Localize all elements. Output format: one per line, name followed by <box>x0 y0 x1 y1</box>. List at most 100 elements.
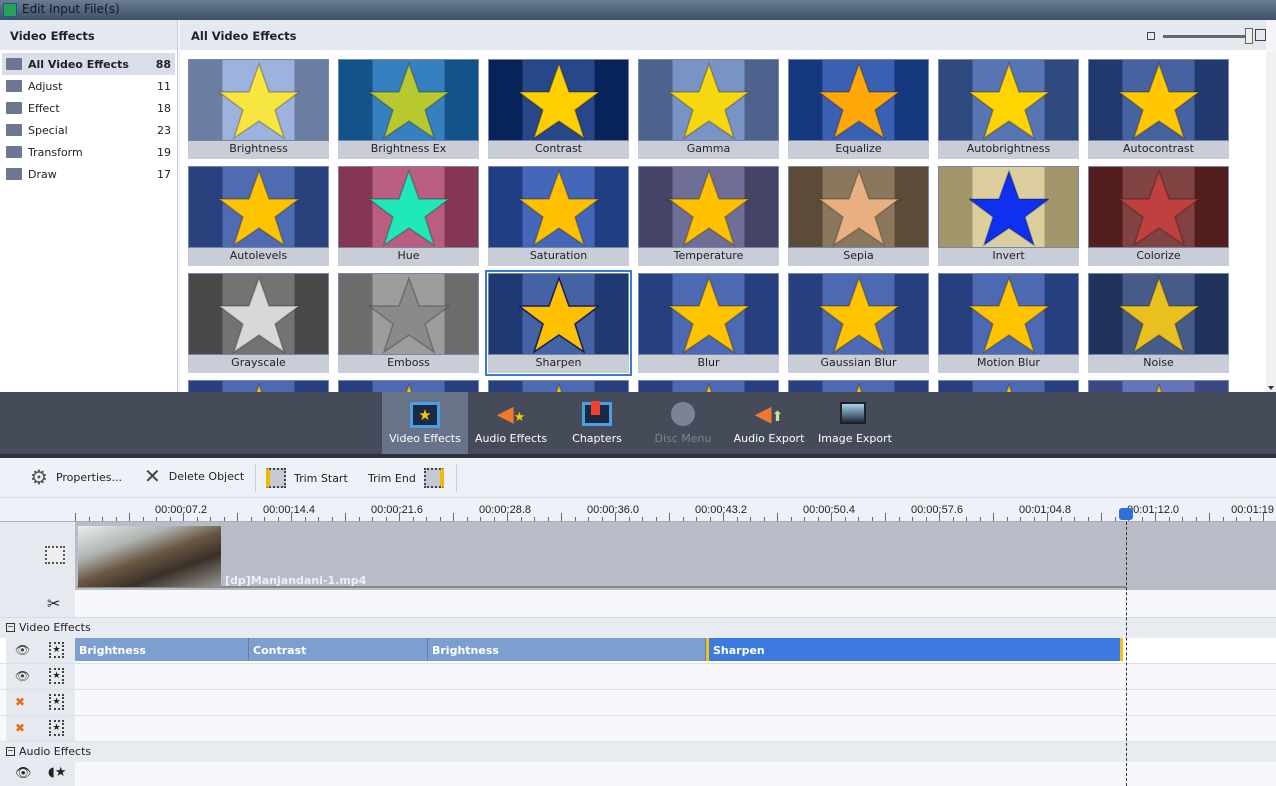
effect-block[interactable]: Sharpen <box>706 638 1123 661</box>
effect-tile[interactable]: Contrast <box>488 59 629 159</box>
ruler-tick <box>156 517 157 521</box>
effect-thumbnail <box>488 380 629 392</box>
ruler-tick <box>574 517 576 521</box>
eye-icon[interactable]: 👁 <box>15 766 32 781</box>
mode-tab-audio-effects[interactable]: ◀★ Audio Effects <box>468 392 554 454</box>
cut-track: ✂ <box>0 590 1276 618</box>
eye-hidden-icon[interactable]: ✖ <box>15 721 25 735</box>
effect-tile[interactable]: Sepia <box>788 166 929 266</box>
ruler-tick <box>898 517 900 521</box>
effect-tile[interactable]: Noise <box>1088 273 1229 373</box>
effect-tile[interactable]: Gaussian Blur <box>788 273 929 373</box>
effect-label: Brightness <box>229 142 288 155</box>
star-icon <box>219 168 299 247</box>
effect-tile[interactable] <box>788 380 929 392</box>
star-icon <box>219 275 299 354</box>
effects-scrollbar[interactable] <box>1266 52 1276 392</box>
mode-tab-image-export[interactable]: Image Export <box>812 392 898 454</box>
folder-icon <box>6 80 22 92</box>
eye-hidden-icon[interactable]: ✖ <box>15 695 25 709</box>
effect-tile[interactable]: Grayscale <box>188 273 329 373</box>
effect-thumbnail <box>638 59 779 141</box>
clip-name: [dp]Manjandani-1.mp4 <box>225 574 367 587</box>
video-clip[interactable]: [dp]Manjandani-1.mp4 <box>77 526 1126 588</box>
ruler-tick <box>750 517 751 521</box>
category-item[interactable]: Effect 18 <box>2 97 175 119</box>
effect-label: Colorize <box>1136 249 1181 262</box>
category-item[interactable]: All Video Effects 88 <box>2 53 175 75</box>
effect-tile[interactable]: Hue <box>338 166 479 266</box>
category-item[interactable]: Transform 19 <box>2 141 175 163</box>
eye-icon[interactable]: 👁 <box>15 669 30 683</box>
ruler-tick <box>466 517 468 521</box>
video-effects-section[interactable]: − Video Effects <box>0 618 1276 638</box>
mode-tab-audio-export[interactable]: ◀⬆ Audio Export <box>726 392 812 454</box>
effect-tile[interactable]: Autocontrast <box>1088 59 1229 159</box>
effect-thumbnail <box>788 59 929 141</box>
collapse-icon[interactable]: − <box>6 747 15 756</box>
effects-panel: All Video Effects Brightness Brightness … <box>180 20 1266 392</box>
video-effect-track: ✖ ★ <box>0 716 1276 742</box>
mode-tab-chapters[interactable]: Chapters <box>554 392 640 454</box>
mode-bar: ★ Video Effects ◀★ Audio Effects Chapters Dis… <box>0 392 1276 458</box>
ruler-tick <box>1141 517 1143 521</box>
window-title: Edit Input File(s) <box>22 2 120 16</box>
timeline-toolbar: ⚙ Properties... ✕ Delete Object Trim Sta… <box>0 458 1276 498</box>
effect-tile[interactable]: Motion Blur <box>938 273 1079 373</box>
ruler-tick <box>736 517 738 521</box>
trim-end-button[interactable]: Trim End <box>368 468 444 488</box>
effect-thumbnail <box>188 380 329 392</box>
trim-start-button[interactable]: Trim Start <box>266 468 348 488</box>
effect-block[interactable]: Contrast <box>249 638 428 661</box>
effect-block[interactable]: Brightness <box>428 638 706 661</box>
effect-thumbnail <box>638 380 779 392</box>
audio-effects-section[interactable]: − Audio Effects <box>0 742 1276 762</box>
effect-tile[interactable] <box>338 380 479 392</box>
ruler-tick <box>1182 517 1183 521</box>
category-item[interactable]: Adjust 11 <box>2 75 175 97</box>
effect-tile[interactable] <box>938 380 1079 392</box>
effect-tile[interactable]: Brightness <box>188 59 329 159</box>
video-effect-track: 👁 ★ <box>0 664 1276 690</box>
effect-thumbnail <box>188 166 329 248</box>
effect-tile[interactable] <box>488 380 629 392</box>
ruler-tick <box>642 517 643 521</box>
mode-tab-video-effects[interactable]: ★ Video Effects <box>382 392 468 454</box>
star-icon <box>1005 382 1013 392</box>
ruler-tick <box>885 513 886 521</box>
ruler-tick <box>264 517 265 521</box>
folder-icon <box>6 58 22 70</box>
category-item[interactable]: Special 23 <box>2 119 175 141</box>
effect-track-icon: ★ <box>49 694 64 710</box>
effect-tile[interactable]: Sharpen <box>485 270 632 376</box>
effect-tile[interactable] <box>188 380 329 392</box>
effect-tile[interactable]: Saturation <box>488 166 629 266</box>
effect-tile[interactable]: Autolevels <box>188 166 329 266</box>
ruler-tick <box>439 517 441 521</box>
effect-tile[interactable]: Temperature <box>638 166 779 266</box>
effect-tile[interactable]: Colorize <box>1088 166 1229 266</box>
effect-tile[interactable]: Blur <box>638 273 779 373</box>
effect-tile[interactable]: Equalize <box>788 59 929 159</box>
ruler-label: 00:00:50.4 <box>803 504 855 516</box>
star-icon <box>969 168 1049 247</box>
collapse-icon[interactable]: − <box>6 623 15 632</box>
category-panel: Video Effects All Video Effects 88 Adjust 1… <box>0 20 178 392</box>
effect-tile[interactable] <box>1088 380 1229 392</box>
effect-tile[interactable]: Autobrightness <box>938 59 1079 159</box>
time-ruler[interactable]: 00:00:07.2 00:00:14.4 00:00:21.6 00:00:28.8… <box>0 498 1276 522</box>
effect-tile[interactable]: Gamma <box>638 59 779 159</box>
effect-label: Contrast <box>534 142 582 155</box>
category-item[interactable]: Draw 17 <box>2 163 175 185</box>
effect-tile[interactable]: Brightness Ex <box>338 59 479 159</box>
effect-tile[interactable] <box>638 380 779 392</box>
properties-button[interactable]: ⚙ Properties... <box>30 467 122 487</box>
delete-object-button[interactable]: ✕ Delete Object <box>144 466 244 486</box>
ruler-tick <box>1101 513 1102 521</box>
eye-icon[interactable]: 👁 <box>15 643 30 657</box>
effect-tile[interactable]: Emboss <box>338 273 479 373</box>
ruler-tick <box>1060 517 1062 521</box>
playhead-handle[interactable] <box>1119 508 1133 520</box>
effect-tile[interactable]: Invert <box>938 166 1079 266</box>
effect-block[interactable]: Brightness <box>75 638 249 661</box>
